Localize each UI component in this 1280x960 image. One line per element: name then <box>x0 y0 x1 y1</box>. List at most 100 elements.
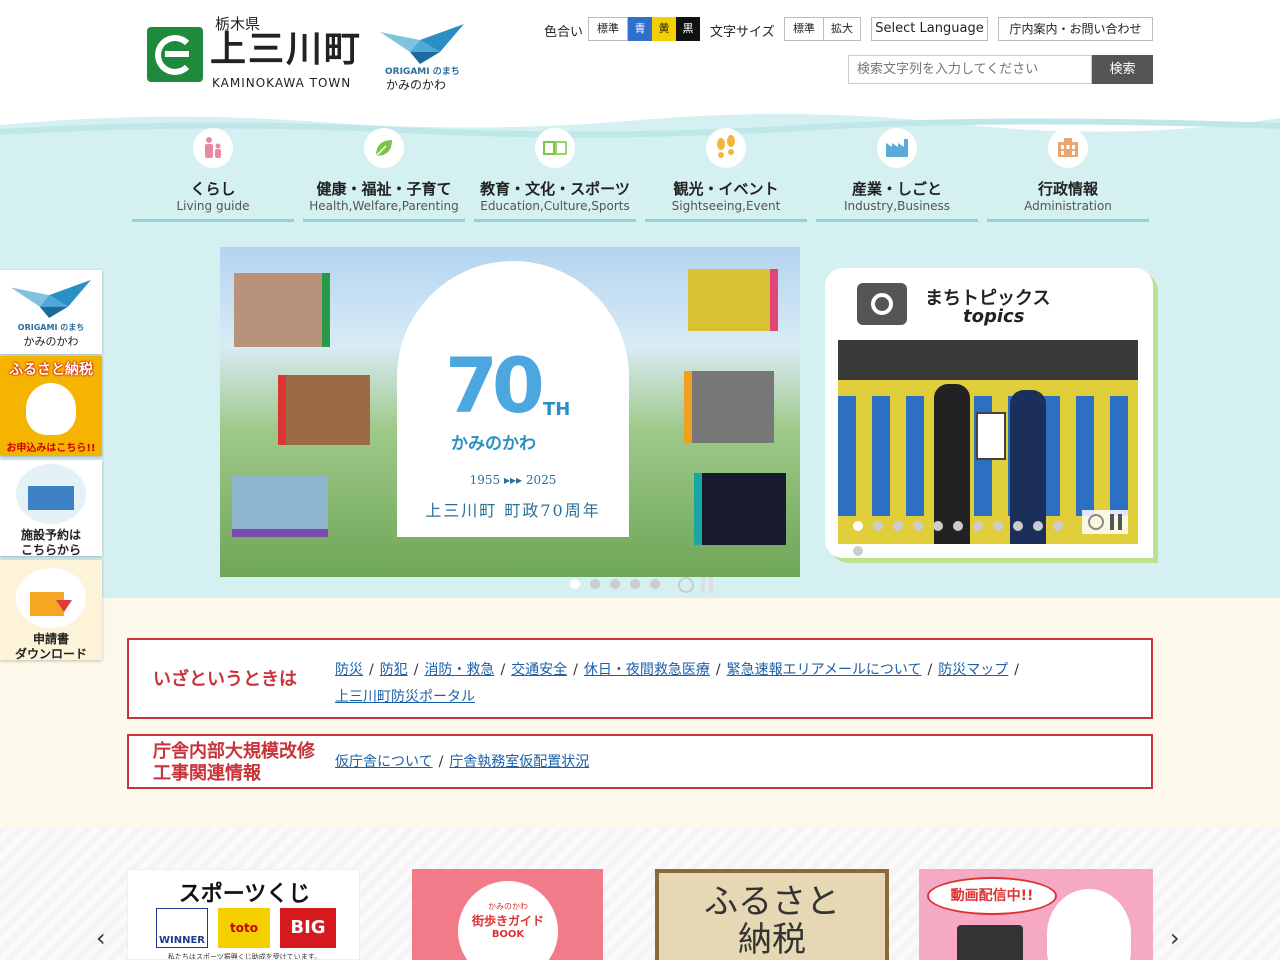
town-name[interactable]: 上三川町 <box>210 30 362 70</box>
anniversary-panel: 70 TH かみのかわ 1955 ▸▸▸ 2025 上三川町 町政70周年 <box>397 261 629 537</box>
emergency-link[interactable]: 上三川町防災ポータル <box>335 689 475 705</box>
emergency-title: いざというときは <box>153 669 297 690</box>
nav-sublabel: Living guide <box>176 199 250 213</box>
nav-living[interactable]: くらし Living guide <box>132 128 294 222</box>
topics-dot[interactable] <box>933 521 943 531</box>
contact-button[interactable]: 庁内案内・お問い合わせ <box>998 17 1153 41</box>
color-standard-button[interactable]: 標準 <box>588 17 628 41</box>
topics-dot[interactable] <box>1013 521 1023 531</box>
side-form-download[interactable]: 申請書 ダウンロード <box>0 560 102 661</box>
emergency-link[interactable]: 防犯 <box>380 662 408 678</box>
nav-sightseeing[interactable]: 観光・イベント Sightseeing,Event <box>645 128 807 222</box>
slider-dot[interactable] <box>570 579 580 589</box>
anniversary-kana: かみのかわ <box>451 434 536 454</box>
renovation-title: 工事関連情報 <box>153 763 261 784</box>
slider-play-icon[interactable] <box>678 577 694 593</box>
renovation-link[interactable]: 庁舎執務室仮配置状況 <box>449 754 589 770</box>
building-icon <box>1048 128 1088 168</box>
nav-label: 教育・文化・スポーツ <box>480 180 630 198</box>
guide-title: BOOK <box>491 929 525 940</box>
banner-sports-lottery[interactable]: スポーツくじ WINNER toto BIG 私たちはスポーツ振興くじ助成を受け… <box>127 869 360 960</box>
download-folder-icon <box>16 568 86 628</box>
color-black-button[interactable]: 黒 <box>676 17 700 41</box>
chevron-right-icon[interactable]: › <box>1170 924 1180 952</box>
nav-sublabel: Education,Culture,Sports <box>480 199 630 213</box>
nav-administration[interactable]: 行政情報 Administration <box>987 128 1149 222</box>
topics-dot[interactable] <box>993 521 1003 531</box>
hero-slider[interactable]: 70 TH かみのかわ 1955 ▸▸▸ 2025 上三川町 町政70周年 <box>220 247 800 577</box>
topics-dot[interactable] <box>973 521 983 531</box>
slide-photo <box>278 375 370 445</box>
nav-sublabel: Industry,Business <box>843 199 951 213</box>
winner-logo: WINNER <box>156 908 208 948</box>
banner-furusato[interactable]: ふるさと 納税 <box>655 869 889 960</box>
banner-title: スポーツくじ <box>178 882 311 907</box>
side-furusato-banner[interactable]: ふるさと納税 お申込みはこちら!! <box>0 356 102 456</box>
topics-dot[interactable] <box>893 521 903 531</box>
renovation-link[interactable]: 仮庁舎について <box>335 754 433 770</box>
slider-dot[interactable] <box>650 579 660 589</box>
side-origami-banner[interactable]: ORIGAMI のまち かみのかわ <box>0 270 102 354</box>
anniversary-caption: 上三川町 町政70周年 <box>425 501 601 520</box>
slider-pause-icon[interactable] <box>701 577 713 593</box>
town-emblem-logo[interactable] <box>147 27 203 82</box>
topics-play-icon[interactable] <box>1088 514 1104 530</box>
language-select[interactable]: Select Language <box>871 17 988 41</box>
emergency-link[interactable]: 緊急速報エリアメールについて <box>727 662 922 678</box>
form-label: 申請書 <box>32 632 69 646</box>
nav-industry[interactable]: 産業・しごと Industry,Business <box>816 128 978 222</box>
renovation-title: 庁舎内部大規模改修 <box>153 741 315 762</box>
factory-icon <box>877 128 917 168</box>
emergency-link[interactable]: 防災 <box>335 662 363 678</box>
mascot-image <box>26 383 76 435</box>
topics-dot[interactable] <box>1033 521 1043 531</box>
guide-title: 街歩きガイド <box>471 914 544 928</box>
origami-en: ORIGAMI のまち <box>17 323 85 332</box>
book-icon <box>535 128 575 168</box>
topics-dot[interactable] <box>1053 521 1063 531</box>
furusato-banner-title: 納税 <box>738 920 806 960</box>
banner-video[interactable]: 動画配信中!! <box>919 869 1153 960</box>
color-blue-button[interactable]: 青 <box>628 17 652 41</box>
side-facility-booking[interactable]: 施設予約は こちらから <box>0 460 102 557</box>
slider-dot[interactable] <box>630 579 640 589</box>
slide-photo <box>684 371 774 443</box>
color-yellow-button[interactable]: 黄 <box>652 17 676 41</box>
topics-dot[interactable] <box>913 521 923 531</box>
slide-photo <box>234 273 330 347</box>
search-input[interactable] <box>848 55 1092 84</box>
facility-icon <box>16 464 86 524</box>
nav-label: 健康・福祉・子育て <box>316 180 452 198</box>
toto-logo: toto <box>218 908 270 948</box>
furusato-banner-title: ふるさと <box>704 882 840 922</box>
nav-sublabel: Sightseeing,Event <box>671 199 781 213</box>
topics-pause-icon[interactable] <box>1110 514 1122 530</box>
font-standard-button[interactable]: 標準 <box>784 17 824 41</box>
nav-health[interactable]: 健康・福祉・子育て Health,Welfare,Parenting <box>303 128 465 222</box>
emergency-link[interactable]: 消防・救急 <box>424 662 494 678</box>
nav-label: 観光・イベント <box>673 180 779 198</box>
search-button[interactable]: 検索 <box>1092 55 1153 84</box>
person-icon <box>193 128 233 168</box>
slider-dot[interactable] <box>590 579 600 589</box>
nav-label: 行政情報 <box>1037 180 1098 198</box>
emergency-link[interactable]: 休日・夜間救急医療 <box>584 662 710 678</box>
topics-dot[interactable] <box>953 521 963 531</box>
chevron-left-icon[interactable]: ‹ <box>96 924 106 952</box>
emergency-link[interactable]: 防災マップ <box>938 662 1008 678</box>
emergency-link[interactable]: 交通安全 <box>511 662 567 678</box>
leaf-icon <box>364 128 404 168</box>
town-name-en: KAMINOKAWA TOWN <box>212 76 352 90</box>
topics-dot[interactable] <box>873 521 883 531</box>
anniversary-th: TH <box>543 399 571 420</box>
font-large-button[interactable]: 拡大 <box>823 17 861 41</box>
origami-ja: かみのかわ <box>23 335 79 348</box>
nav-sublabel: Administration <box>1024 199 1112 213</box>
slider-dot[interactable] <box>610 579 620 589</box>
banner-town-guide[interactable]: かみのかわ 街歩きガイド BOOK <box>412 869 603 960</box>
font-size-label: 文字サイズ <box>710 25 775 40</box>
topics-dot[interactable] <box>853 546 863 556</box>
topics-dot[interactable] <box>853 521 863 531</box>
nav-education[interactable]: 教育・文化・スポーツ Education,Culture,Sports <box>474 128 636 222</box>
nav-label: 産業・しごと <box>851 180 942 198</box>
